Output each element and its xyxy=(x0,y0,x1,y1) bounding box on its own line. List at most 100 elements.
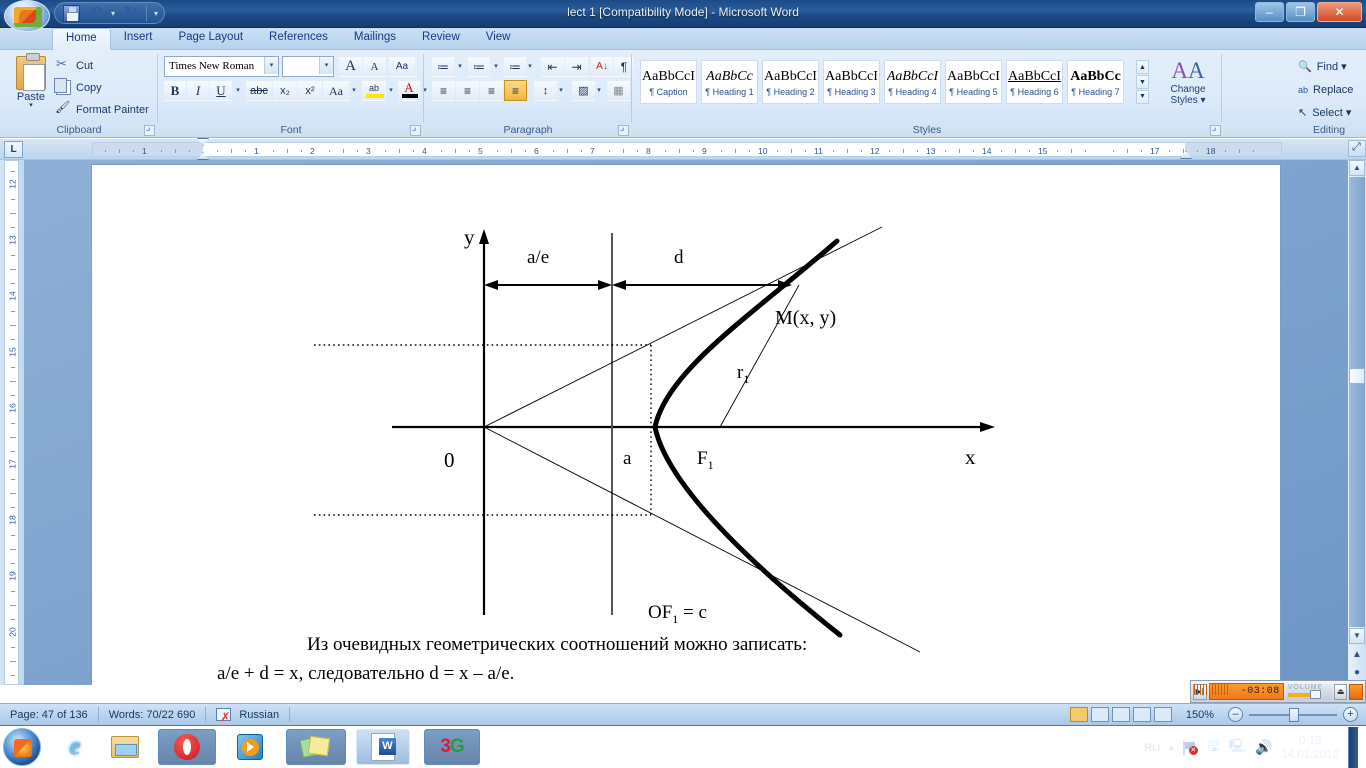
numbering-dropdown-icon[interactable]: ▾ xyxy=(491,61,501,73)
bold-button[interactable]: B xyxy=(164,80,186,101)
ruler-band[interactable]: 1 1 2 3 4 5 6 7 8 9 10 11 12 13 14 15 17 18 xyxy=(92,138,1282,160)
scroll-up-button[interactable]: ▲ xyxy=(1349,160,1365,176)
decrease-indent-button[interactable]: ⇤ xyxy=(541,56,564,77)
zoom-in-button[interactable]: + xyxy=(1343,707,1358,722)
maximize-button[interactable]: ❐ xyxy=(1286,2,1315,22)
full-screen-view-button[interactable] xyxy=(1090,707,1109,722)
volume-knob[interactable] xyxy=(1309,689,1321,699)
align-left-button[interactable]: ≡ xyxy=(432,80,455,101)
change-case-button[interactable]: Aa xyxy=(323,80,349,101)
tab-mailings[interactable]: Mailings xyxy=(341,28,409,50)
style-heading-3[interactable]: AaBbCcI ¶ Heading 3 xyxy=(823,60,880,104)
network-error-icon[interactable]: ✕ xyxy=(1182,740,1199,755)
zoom-out-button[interactable]: – xyxy=(1228,707,1243,722)
grow-font-button[interactable]: A xyxy=(339,56,362,77)
line-spacing-dropdown-icon[interactable]: ▾ xyxy=(556,85,566,97)
web-layout-view-button[interactable] xyxy=(1111,707,1130,722)
replace-button[interactable]: ab Replace xyxy=(1298,79,1353,100)
style-caption[interactable]: AaBbCcI ¶ Caption xyxy=(640,60,697,104)
taskbar-windows-explorer[interactable] xyxy=(104,729,146,765)
zoom-slider-handle[interactable] xyxy=(1289,707,1299,722)
font-size-dropdown-icon[interactable]: ▾ xyxy=(319,57,333,74)
change-styles-button[interactable]: AA Change Styles ▾ xyxy=(1160,58,1216,106)
style-heading-1[interactable]: AaBbCc ¶ Heading 1 xyxy=(701,60,758,104)
bullets-button[interactable]: ≔ xyxy=(432,56,454,77)
paragraph-1[interactable]: Из очевидных геометрических соотношений … xyxy=(307,634,807,656)
style-heading-2[interactable]: AaBbCcI ¶ Heading 2 xyxy=(762,60,819,104)
tab-view[interactable]: View xyxy=(473,28,524,50)
print-layout-view-button[interactable] xyxy=(1069,707,1088,722)
underline-button[interactable]: U xyxy=(210,80,232,101)
clipboard-dialog-launcher[interactable] xyxy=(144,122,155,136)
change-case-dropdown-icon[interactable]: ▾ xyxy=(349,85,359,97)
font-color-button[interactable]: A xyxy=(398,80,420,101)
show-hidden-icons-icon[interactable]: ▴ xyxy=(1169,742,1174,753)
tab-stop-selector[interactable]: L xyxy=(4,141,23,158)
strikethrough-button[interactable]: abc xyxy=(246,80,272,101)
document-page[interactable]: y x 0 a/e d a F1 M(x, y) r1 OF1 = c Из о… xyxy=(91,164,1281,685)
borders-button[interactable]: ▦ xyxy=(607,80,630,101)
styles-scroll-down-icon[interactable]: ▼ xyxy=(1136,75,1149,89)
vertical-ruler[interactable]: 12 13 14 15 16 17 18 19 20 xyxy=(0,160,24,685)
italic-button[interactable]: I xyxy=(187,80,209,101)
start-button[interactable] xyxy=(3,728,41,766)
highlight-dropdown-icon[interactable]: ▾ xyxy=(386,85,396,97)
style-heading-5[interactable]: AaBbCcI ¶ Heading 5 xyxy=(945,60,1002,104)
styles-dialog-launcher[interactable] xyxy=(1210,122,1221,136)
tray-language[interactable]: RU xyxy=(1144,742,1160,754)
align-right-button[interactable]: ≡ xyxy=(480,80,503,101)
align-center-button[interactable]: ≡ xyxy=(456,80,479,101)
multilevel-dropdown-icon[interactable]: ▾ xyxy=(525,61,535,73)
eject-button[interactable]: ⏏ xyxy=(1333,683,1348,700)
vertical-scrollbar[interactable]: ▲ ▼ ▲ ● xyxy=(1348,160,1366,685)
underline-dropdown-icon[interactable]: ▾ xyxy=(233,85,243,97)
paste-dropdown-icon[interactable]: ▾ xyxy=(8,102,54,109)
font-name-dropdown-icon[interactable]: ▾ xyxy=(264,57,278,74)
style-heading-7[interactable]: AaBbCc ¶ Heading 7 xyxy=(1067,60,1124,104)
copy-button[interactable]: Copy xyxy=(54,78,102,95)
taskbar-sticky-notes[interactable] xyxy=(286,729,346,765)
select-button[interactable]: ↖ Select ▾ xyxy=(1298,102,1353,123)
format-painter-button[interactable]: Format Painter xyxy=(55,100,149,117)
subscript-button[interactable]: x₂ xyxy=(273,80,297,101)
removable-media-icon[interactable]: 🖫 xyxy=(1208,736,1220,760)
shading-button[interactable]: ▨ xyxy=(572,80,595,101)
word-count[interactable]: Words: 70/22 690 xyxy=(99,704,206,726)
numbering-button[interactable]: ≔ xyxy=(468,56,490,77)
scroll-track[interactable] xyxy=(1349,177,1365,627)
outline-view-button[interactable] xyxy=(1132,707,1151,722)
tray-clock[interactable]: 0:19 14.01.2012 xyxy=(1281,734,1339,762)
volume-icon[interactable]: 🔊 xyxy=(1255,739,1272,756)
split-window-button[interactable] xyxy=(1348,140,1366,157)
scroll-down-button[interactable]: ▼ xyxy=(1349,628,1365,644)
clear-formatting-button[interactable]: Aa xyxy=(389,56,415,77)
cut-button[interactable]: Cut xyxy=(56,56,93,73)
style-heading-6[interactable]: AaBbCcI ¶ Heading 6 xyxy=(1006,60,1063,104)
taskbar-3g-modem[interactable]: 3G xyxy=(424,729,480,765)
display-icon[interactable]: 🖳 xyxy=(1229,737,1246,759)
taskbar-microsoft-word[interactable]: W xyxy=(356,729,410,765)
tab-insert[interactable]: Insert xyxy=(111,28,166,50)
sort-button[interactable]: A↓ xyxy=(591,56,613,77)
page-indicator[interactable]: Page: 47 of 136 xyxy=(0,704,98,726)
highlight-color-button[interactable]: ab xyxy=(362,80,386,101)
increase-indent-button[interactable]: ⇥ xyxy=(565,56,588,77)
tab-home[interactable]: Home xyxy=(52,28,111,50)
show-desktop-button[interactable] xyxy=(1348,727,1358,768)
vertical-ruler-band[interactable]: 12 13 14 15 16 17 18 19 20 xyxy=(4,160,19,685)
close-button[interactable]: ✕ xyxy=(1317,2,1362,22)
media-player-widget[interactable]: ▶| -03:08 ⏏ xyxy=(1190,680,1366,703)
multilevel-list-button[interactable]: ≔ xyxy=(504,56,526,77)
select-browse-object-icon[interactable]: ● xyxy=(1349,665,1365,681)
line-spacing-button[interactable]: ↕ xyxy=(534,80,557,101)
horizontal-ruler[interactable]: L 1 1 2 3 4 5 6 7 8 9 10 11 12 13 14 15 17 18 xyxy=(0,138,1366,160)
draft-view-button[interactable] xyxy=(1153,707,1172,722)
language-indicator[interactable]: ✗ Russian xyxy=(206,704,289,726)
media-player-menu-button[interactable] xyxy=(1349,683,1364,700)
superscript-button[interactable]: x² xyxy=(298,80,322,101)
font-name-input[interactable]: Times New Roman xyxy=(164,56,279,77)
previous-object-icon[interactable]: ▲ xyxy=(1349,647,1365,663)
styles-more-icon[interactable]: ▼ xyxy=(1136,90,1149,104)
volume-slider[interactable] xyxy=(1285,683,1332,700)
zoom-level[interactable]: 150% xyxy=(1178,709,1222,721)
